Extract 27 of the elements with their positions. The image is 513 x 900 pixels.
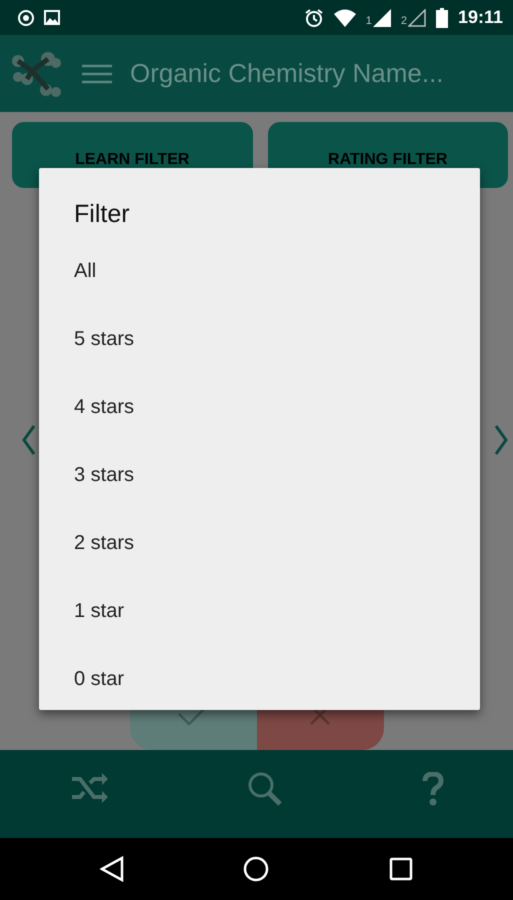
clock-time: 19:11: [458, 7, 503, 28]
signal-icon: [408, 8, 426, 26]
search-icon[interactable]: [246, 771, 282, 807]
recents-icon[interactable]: [389, 857, 414, 881]
home-icon[interactable]: [243, 856, 270, 882]
help-icon[interactable]: [422, 772, 444, 806]
shuffle-icon[interactable]: [70, 773, 108, 805]
filter-option[interactable]: 3 stars: [39, 441, 480, 509]
dialog-title: Filter: [73, 200, 131, 229]
menu-icon[interactable]: [82, 64, 112, 84]
filter-option[interactable]: 0 star: [39, 645, 480, 713]
filter-option[interactable]: 2 stars: [39, 509, 480, 577]
sim-number: 2: [400, 14, 407, 26]
filter-option[interactable]: All: [39, 237, 480, 305]
signal-icon: [372, 8, 391, 26]
sim-number: 1: [366, 14, 372, 26]
filter-option[interactable]: 5 stars: [39, 305, 480, 373]
next-arrow-icon[interactable]: [494, 424, 508, 456]
battery-icon: [436, 8, 448, 28]
previous-arrow-icon[interactable]: [22, 424, 36, 456]
app-title: Organic Chemistry Name...: [130, 58, 444, 89]
back-icon[interactable]: [100, 856, 124, 882]
wifi-icon: [334, 8, 356, 26]
alarm-icon: [304, 8, 324, 28]
image-icon: [44, 10, 60, 25]
filter-option[interactable]: 1 star: [39, 577, 480, 645]
filter-option[interactable]: 4 stars: [39, 373, 480, 441]
